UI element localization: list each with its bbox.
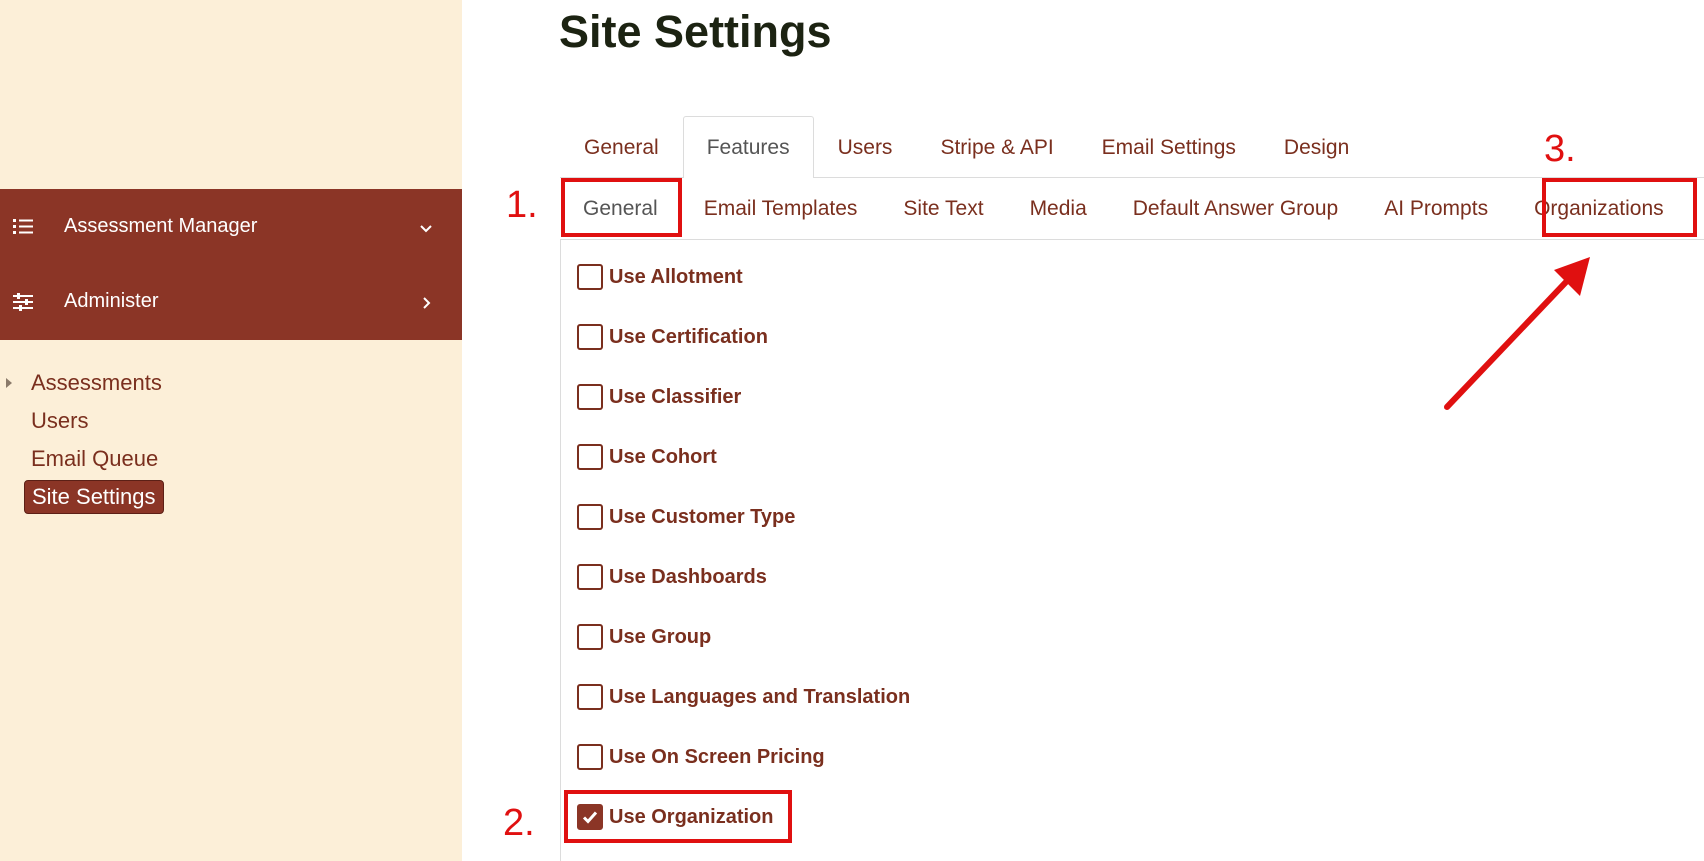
sidebar-item-email-queue[interactable]: Email Queue — [0, 440, 462, 478]
feature-use-languages[interactable]: Use Languages and Translation — [577, 667, 910, 727]
feature-label: Use Certification — [609, 325, 768, 348]
chevron-right-icon — [418, 294, 434, 310]
tab-stripe-api[interactable]: Stripe & API — [916, 116, 1077, 178]
list-icon — [11, 215, 35, 239]
feature-use-on-screen-pricing[interactable]: Use On Screen Pricing — [577, 727, 910, 787]
checkbox[interactable] — [577, 384, 603, 410]
tab-general[interactable]: General — [560, 116, 683, 178]
checkbox[interactable] — [577, 324, 603, 350]
sidebar-item-label: Email Queue — [31, 446, 159, 471]
subtabs-divider — [560, 239, 1704, 240]
feature-use-classifier[interactable]: Use Classifier — [577, 367, 910, 427]
feature-use-dashboards[interactable]: Use Dashboards — [577, 547, 910, 607]
feature-label: Use Dashboards — [609, 565, 767, 588]
tab-features[interactable]: Features — [682, 116, 814, 178]
feature-label: Use Group — [609, 625, 712, 648]
feature-label: Use On Screen Pricing — [609, 745, 825, 768]
feature-label: Use Organization — [609, 805, 774, 828]
sidebar-item-users[interactable]: Users — [0, 402, 462, 440]
feature-label: Use Cohort — [609, 445, 717, 468]
sidebar-item-label: Users — [31, 408, 89, 433]
checkbox[interactable] — [577, 504, 603, 530]
subtab-media[interactable]: Media — [1007, 180, 1110, 238]
feature-use-organization[interactable]: Use Organization — [577, 787, 910, 847]
checkbox[interactable] — [577, 624, 603, 650]
checkbox[interactable] — [577, 564, 603, 590]
tab-email-settings[interactable]: Email Settings — [1078, 116, 1260, 178]
feature-label: Use Customer Type — [609, 505, 796, 528]
subtab-default-answer-group[interactable]: Default Answer Group — [1110, 180, 1361, 238]
feature-list: Use Allotment Use Certification Use Clas… — [577, 247, 910, 847]
sidebar-menu: Assessment Manager Administer — [0, 189, 462, 340]
subtab-email-templates[interactable]: Email Templates — [681, 180, 881, 238]
subtab-general[interactable]: General — [560, 180, 681, 238]
page-title: Site Settings — [559, 6, 832, 57]
features-subtabs: General Email Templates Site Text Media … — [560, 180, 1687, 238]
caret-right-icon — [6, 378, 12, 388]
tab-users[interactable]: Users — [814, 116, 917, 178]
subtab-site-text[interactable]: Site Text — [880, 180, 1006, 238]
subtab-ai-prompts[interactable]: AI Prompts — [1361, 180, 1511, 238]
feature-label: Use Classifier — [609, 385, 742, 408]
feature-label: Use Allotment — [609, 265, 743, 288]
sidebar-item-label: Assessments — [31, 370, 162, 395]
checkbox[interactable] — [577, 444, 603, 470]
checkbox-checked[interactable] — [577, 804, 603, 830]
feature-label: Use Languages and Translation — [609, 685, 911, 708]
feature-use-group[interactable]: Use Group — [577, 607, 910, 667]
annotation-step-3: 3. — [1544, 128, 1576, 170]
subtab-organizations[interactable]: Organizations — [1511, 180, 1687, 238]
feature-use-certification[interactable]: Use Certification — [577, 307, 910, 367]
sidebar-item-site-settings[interactable]: Site Settings — [0, 478, 462, 516]
feature-use-cohort[interactable]: Use Cohort — [577, 427, 910, 487]
main-content: Site Settings General Features Users Str… — [462, 0, 1704, 861]
sliders-icon — [11, 290, 35, 314]
feature-use-customer-type[interactable]: Use Customer Type — [577, 487, 910, 547]
checkbox[interactable] — [577, 744, 603, 770]
menu-item-label: Administer — [64, 290, 159, 312]
annotation-step-1: 1. — [506, 184, 538, 226]
sidebar-item-label: Site Settings — [24, 480, 164, 514]
feature-use-allotment[interactable]: Use Allotment — [577, 247, 910, 307]
checkbox[interactable] — [577, 264, 603, 290]
annotation-step-2: 2. — [503, 802, 535, 844]
sidebar-sub-nav: Assessments Users Email Queue Site Setti… — [0, 364, 462, 516]
menu-item-label: Assessment Manager — [64, 215, 258, 237]
menu-item-administer[interactable]: Administer — [0, 264, 462, 339]
content-border — [560, 240, 561, 861]
menu-item-assessment-manager[interactable]: Assessment Manager — [0, 189, 462, 264]
checkmark-icon — [582, 811, 598, 824]
tab-design[interactable]: Design — [1260, 116, 1373, 178]
checkbox[interactable] — [577, 684, 603, 710]
sidebar: Assessment Manager Administer Assessment… — [0, 0, 462, 861]
sidebar-item-assessments[interactable]: Assessments — [0, 364, 462, 402]
settings-tabs: General Features Users Stripe & API Emai… — [560, 116, 1373, 178]
chevron-down-icon — [418, 219, 434, 235]
